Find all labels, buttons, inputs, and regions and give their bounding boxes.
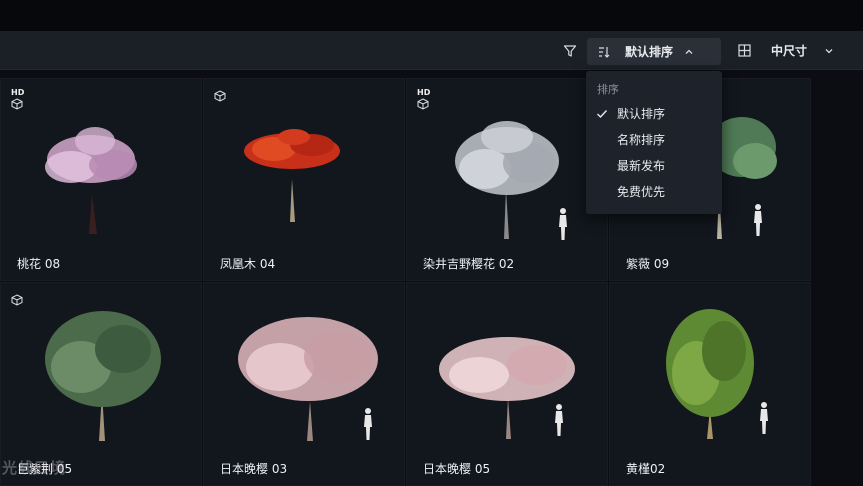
asset-card[interactable]: 黄槿02	[609, 282, 811, 486]
toolbar: 默认排序 中尺寸	[0, 31, 863, 70]
card-title: 紫薇 09	[626, 257, 670, 271]
tree-thumbnail	[439, 337, 575, 439]
card-title: 日本晚樱 03	[220, 462, 288, 476]
size-dropdown-button[interactable]: 中尺寸	[734, 31, 844, 70]
asset-card[interactable]: 巨紫荆 05	[0, 282, 202, 486]
tree-thumbnail	[244, 129, 340, 222]
filter-button[interactable]	[556, 31, 584, 70]
sort-label: 默认排序	[625, 45, 674, 59]
asset-card[interactable]: HD 染井吉野樱花 02	[406, 78, 608, 281]
tree-thumbnail	[238, 317, 378, 441]
card-title: 染井吉野樱花 02	[423, 257, 515, 271]
asset-card[interactable]: HD 桃花 08	[0, 78, 202, 281]
tree-thumbnail	[45, 311, 161, 441]
tree-thumbnail	[666, 309, 754, 439]
sort-option-default[interactable]: 默认排序	[586, 101, 722, 127]
tree-thumbnail	[45, 127, 137, 234]
sort-option-newest[interactable]: 最新发布	[586, 153, 722, 179]
grid-icon	[738, 44, 751, 57]
card-title: 日本晚樱 05	[423, 462, 491, 476]
filter-icon	[563, 44, 577, 57]
sort-icon	[599, 46, 610, 58]
card-title: 黄槿02	[626, 462, 666, 476]
tree-thumbnail	[455, 121, 559, 239]
human-scale-figure	[760, 402, 768, 434]
human-scale-figure	[555, 404, 563, 436]
human-scale-figure	[559, 208, 567, 240]
check-icon	[597, 110, 608, 119]
asset-card[interactable]: 凤凰木 04	[203, 78, 405, 281]
watermark: 光线云境	[2, 459, 67, 477]
sort-option-free-first[interactable]: 免费优先	[586, 179, 722, 205]
asset-card[interactable]: 日本晚樱 05	[406, 282, 608, 486]
card-title: 桃花 08	[17, 257, 61, 271]
top-strip	[0, 0, 863, 31]
sort-dropdown-button[interactable]: 默认排序	[587, 38, 721, 65]
card-title: 凤凰木 04	[220, 257, 276, 271]
human-scale-figure	[754, 204, 762, 236]
sort-dropdown-menu: 排序 默认排序 名称排序 最新发布 免费优先	[586, 71, 722, 214]
asset-card[interactable]: 日本晚樱 03	[203, 282, 405, 486]
chevron-down-icon	[825, 48, 833, 53]
size-label: 中尺寸	[771, 44, 808, 58]
sort-menu-header: 排序	[597, 83, 619, 96]
human-scale-figure	[364, 408, 372, 440]
chevron-up-icon	[685, 49, 693, 54]
sort-option-name[interactable]: 名称排序	[586, 127, 722, 153]
